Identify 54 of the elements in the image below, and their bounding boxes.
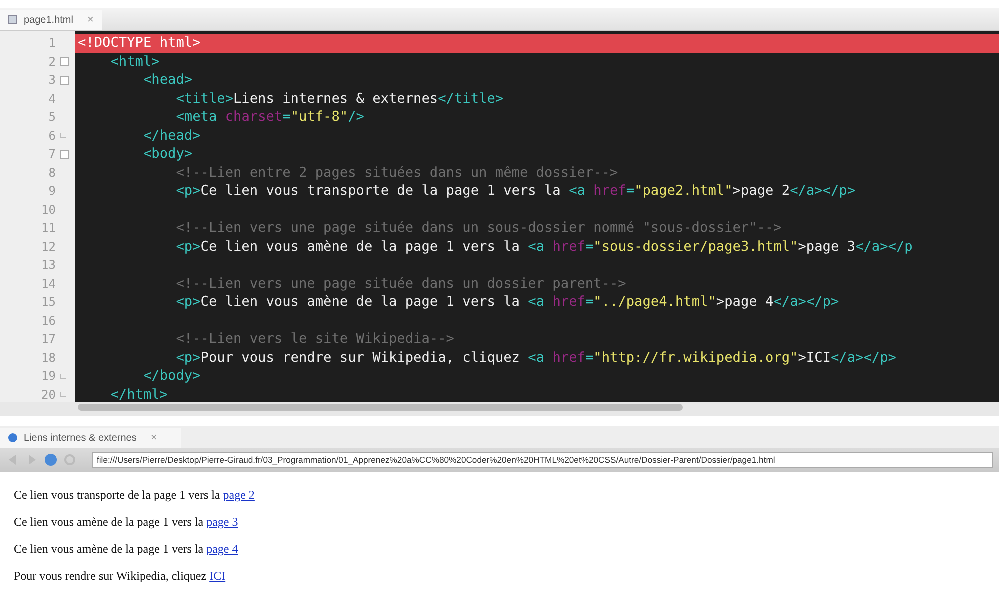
scrollbar-thumb[interactable] bbox=[78, 404, 683, 411]
line-number: 1 bbox=[48, 36, 56, 50]
code-line: <html> bbox=[110, 52, 161, 71]
code-line: <title>Liens internes & externes</title> bbox=[175, 90, 505, 108]
line-number: 16 bbox=[42, 314, 56, 328]
line-number: 20 bbox=[42, 388, 56, 402]
code-line: </head> bbox=[142, 126, 202, 145]
line-number: 11 bbox=[42, 221, 56, 236]
line-number: 7 bbox=[48, 147, 56, 162]
line-number: 18 bbox=[42, 350, 56, 365]
browser-tab[interactable]: Liens internes & externes × bbox=[0, 428, 181, 448]
line-number: 3 bbox=[48, 73, 56, 88]
fold-icon[interactable] bbox=[60, 150, 69, 159]
line-number: 4 bbox=[48, 92, 56, 106]
line-number: 14 bbox=[42, 276, 56, 291]
code-line: <body> bbox=[142, 145, 194, 164]
paragraph: Ce lien vous transporte de la page 1 vers la page 2 bbox=[14, 488, 255, 503]
line-number: 9 bbox=[48, 184, 56, 198]
link[interactable]: page 4 bbox=[206, 542, 238, 556]
line-number: 2 bbox=[48, 54, 56, 69]
file-tab[interactable]: page1.html × bbox=[0, 10, 102, 30]
fold-end-icon bbox=[60, 133, 66, 138]
code-line: </body> bbox=[142, 367, 202, 386]
line-number: 17 bbox=[42, 332, 56, 346]
code-line: <p>Ce lien vous transporte de la page 1 vers la <a href="page2.html">page 2</a></p> bbox=[175, 182, 857, 200]
paragraph: Pour vous rendre sur Wikipedia, cliquez ICI bbox=[14, 569, 226, 584]
line-number: 5 bbox=[48, 110, 56, 124]
code-line: <p>Pour vous rendre sur Wikipedia, cliquez <a href="http://fr.wikipedia.org">ICI</a></p> bbox=[175, 348, 898, 367]
code-line: <p>Ce lien vous amène de la page 1 vers la <a href="sous-dossier/page3.html">page 3</a></p bbox=[175, 238, 914, 256]
fold-end-icon bbox=[60, 392, 66, 398]
line-number: 15 bbox=[42, 295, 56, 310]
line-number: 8 bbox=[48, 166, 56, 180]
line-number: 10 bbox=[42, 202, 56, 217]
code-line: <head> bbox=[142, 71, 194, 90]
code-line: <!--Lien entre 2 pages situées dans un même dossier--> bbox=[175, 164, 620, 182]
file-icon bbox=[8, 15, 18, 25]
code-line: <p>Ce lien vous amène de la page 1 vers la <a href="../page4.html">page 4</a></p> bbox=[175, 293, 840, 312]
code-line: <!--Lien vers une page située dans un dossier parent--> bbox=[175, 274, 628, 293]
line-number: 13 bbox=[42, 258, 56, 272]
line-number: 19 bbox=[42, 369, 56, 384]
line-number: 6 bbox=[48, 128, 56, 143]
reload-icon[interactable] bbox=[63, 453, 77, 467]
code-line: </html> bbox=[110, 386, 170, 402]
paragraph: Ce lien vous amène de la page 1 vers la page 3 bbox=[14, 515, 238, 530]
link[interactable]: ICI bbox=[210, 569, 226, 583]
line-number: 12 bbox=[42, 240, 56, 254]
code-line: <!--Lien vers le site Wikipedia--> bbox=[175, 330, 456, 348]
code-line: <meta charset="utf-8"/> bbox=[175, 108, 366, 126]
address-field[interactable]: file:///Users/Pierre/Desktop/Pierre-Giraud.fr/03_Programmation/01_Apprenez%20a%CC%80%20Coder%20en%20HTML%20et%20CSS/Autre/Dossier-Parent/Dossier/page1.html bbox=[92, 452, 993, 468]
link[interactable]: page 2 bbox=[223, 488, 255, 502]
link[interactable]: page 3 bbox=[206, 515, 238, 529]
code-line: <!--Lien vers une page située dans un sous-dossier nommé "sous-dossier"--> bbox=[175, 219, 783, 238]
paragraph: Ce lien vous amène de la page 1 vers la page 4 bbox=[14, 542, 238, 557]
fold-end-icon bbox=[60, 374, 66, 379]
